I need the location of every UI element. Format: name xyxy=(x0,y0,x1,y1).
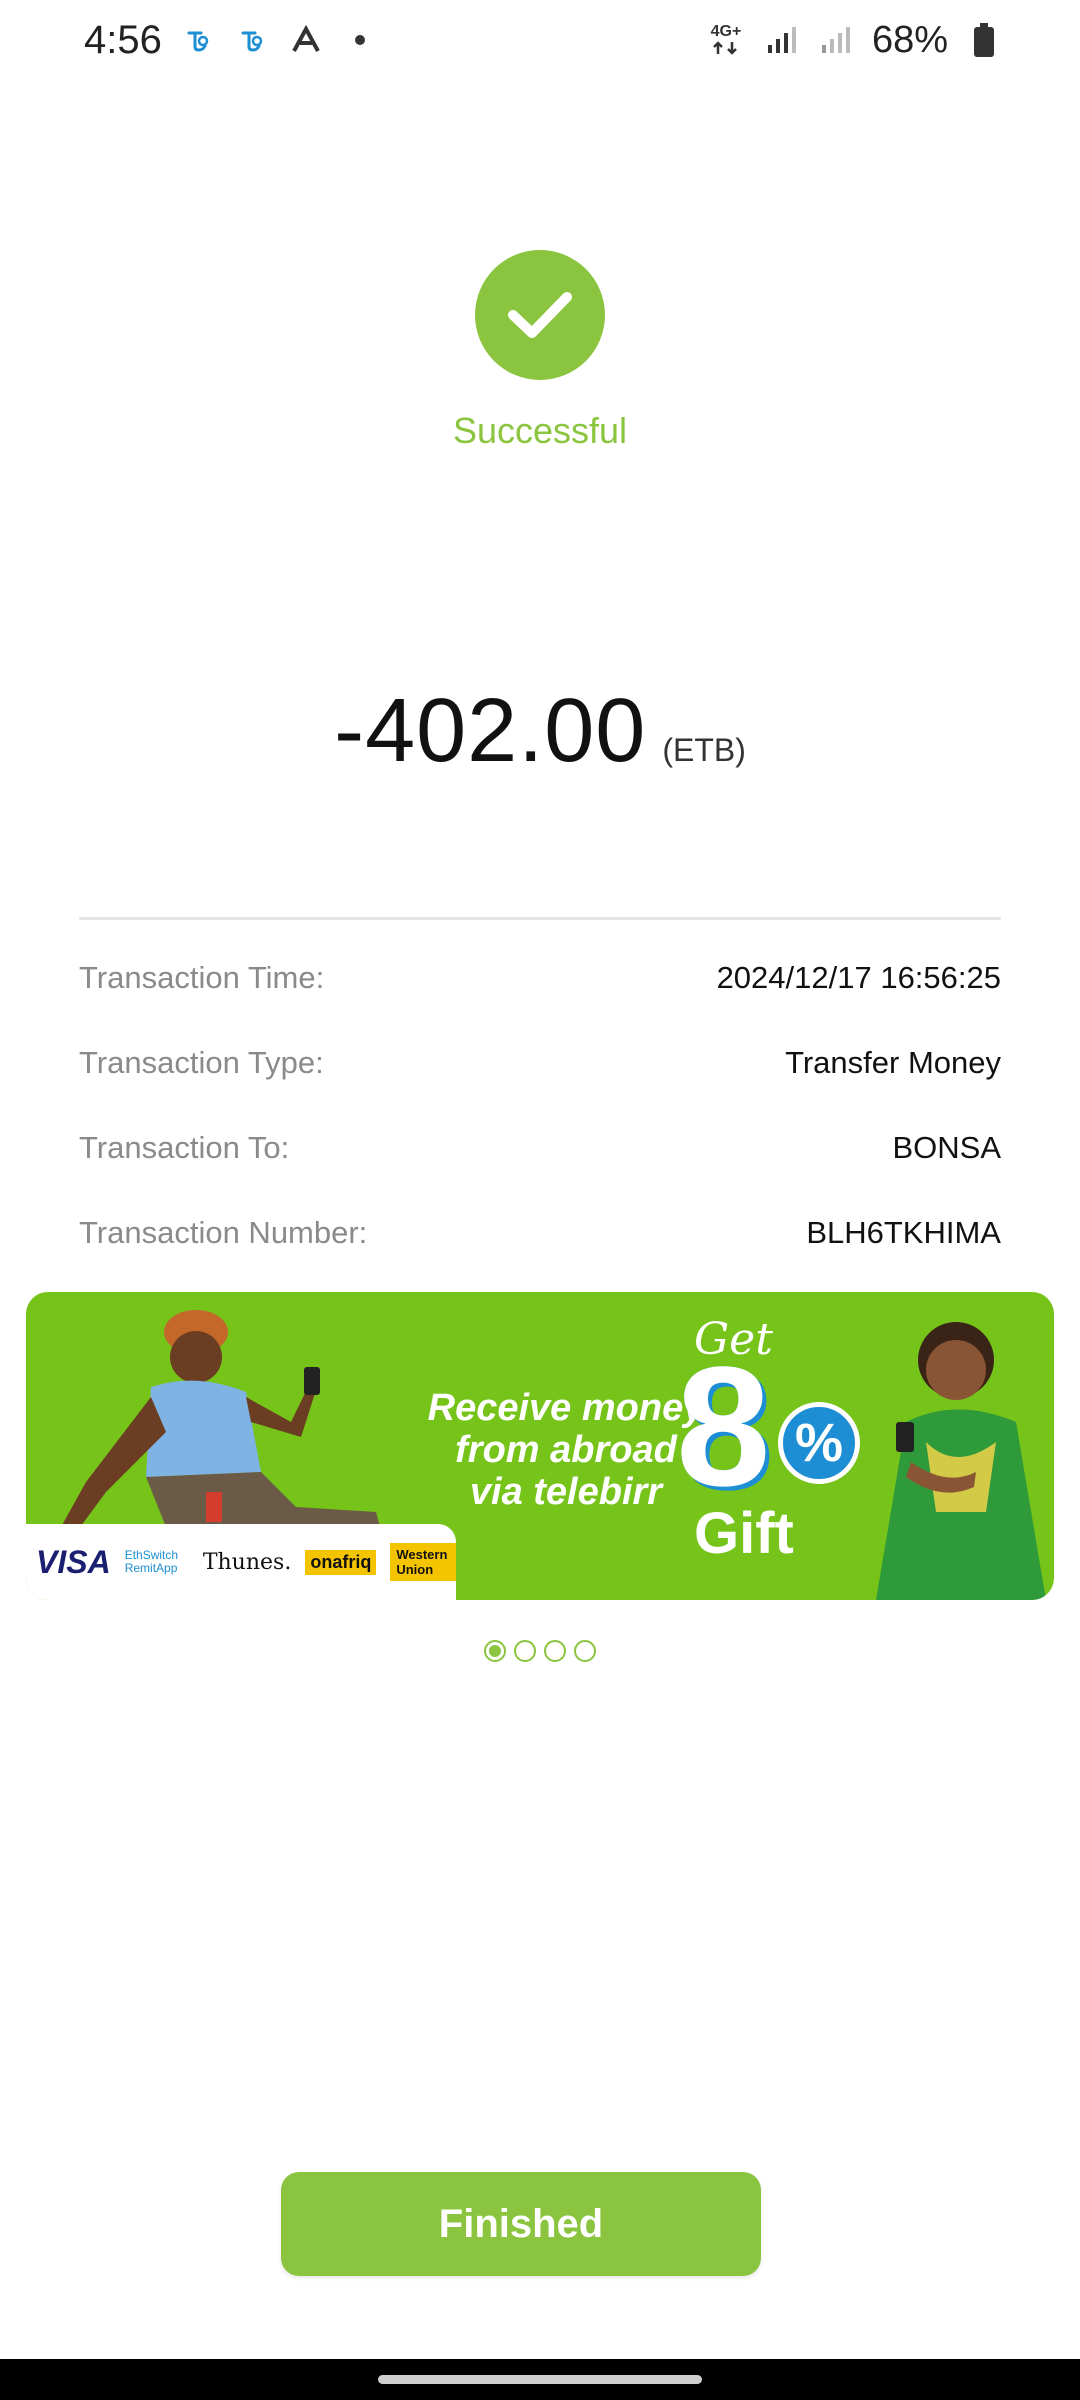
detail-value: BONSA xyxy=(892,1129,1001,1165)
transaction-result-screen: 4:56 4G+ 68% Successful -402.00 (ETB) Tr… xyxy=(0,0,1080,2400)
man-with-phone-image xyxy=(61,1310,381,1532)
detail-value: 2024/12/17 16:56:25 xyxy=(716,959,1001,995)
autopilot-icon xyxy=(288,22,324,58)
detail-label: Transaction Type: xyxy=(79,1044,324,1080)
status-bar: 4:56 4G+ 68% xyxy=(0,0,1080,80)
detail-label: Transaction Number: xyxy=(79,1214,368,1250)
amount-value: -402.00 xyxy=(334,681,647,781)
carousel-dot[interactable] xyxy=(574,1640,596,1662)
battery-icon xyxy=(966,22,1002,58)
detail-label: Transaction Time: xyxy=(79,959,325,995)
finished-button[interactable]: Finished xyxy=(281,2172,761,2276)
network-type-icon: 4G+ xyxy=(706,22,746,58)
battery-percent: 68% xyxy=(871,18,948,61)
transaction-details: Transaction Time: 2024/12/17 16:56:25 Tr… xyxy=(79,935,1001,1275)
amount-currency: (ETB) xyxy=(662,732,746,768)
success-indicator: Successful xyxy=(0,250,1080,452)
visa-logo: VISA xyxy=(36,1543,111,1580)
banner-big-number: 8 xyxy=(676,1332,771,1522)
status-right: 4G+ 68% xyxy=(706,19,1002,62)
western-union-logo: Western Union xyxy=(390,1543,456,1581)
signal-strength-icon-2 xyxy=(818,22,854,58)
telebirr-icon xyxy=(180,22,216,58)
telebirr-icon xyxy=(234,22,270,58)
promo-banner[interactable]: Receive money from abroad via telebirr G… xyxy=(26,1292,1054,1600)
partner-logos: VISA EthSwitch RemitApp Thunes. onafriq … xyxy=(26,1524,456,1600)
onafriq-logo: onafriq xyxy=(305,1549,377,1575)
detail-row-number: Transaction Number: BLH6TKHIMA xyxy=(79,1190,1001,1275)
detail-value: BLH6TKHIMA xyxy=(806,1214,1001,1250)
carousel-dot[interactable] xyxy=(544,1640,566,1662)
clock: 4:56 xyxy=(84,17,162,62)
navigation-bar xyxy=(0,2359,1080,2400)
woman-with-phone-image xyxy=(876,1322,1046,1600)
notification-dot-icon xyxy=(342,22,378,58)
detail-row-type: Transaction Type: Transfer Money xyxy=(79,1020,1001,1105)
detail-row-time: Transaction Time: 2024/12/17 16:56:25 xyxy=(79,935,1001,1020)
ethswitch-logo: EthSwitch RemitApp xyxy=(124,1548,179,1575)
home-gesture-handle[interactable] xyxy=(378,2375,702,2384)
carousel-indicator xyxy=(0,1640,1080,1662)
signal-strength-icon xyxy=(764,22,800,58)
banner-gift-text: Gift xyxy=(694,1501,794,1566)
amount-display: -402.00 (ETB) xyxy=(0,680,1080,783)
detail-value: Transfer Money xyxy=(785,1044,1001,1080)
percent-badge: % xyxy=(778,1402,860,1484)
success-label: Successful xyxy=(452,410,628,451)
carousel-dot-active[interactable] xyxy=(484,1640,506,1662)
banner-text: Receive money from abroad via telebirr xyxy=(427,1387,705,1513)
carousel-dot[interactable] xyxy=(514,1640,536,1662)
detail-row-to: Transaction To: BONSA xyxy=(79,1105,1001,1190)
status-left: 4:56 xyxy=(84,18,378,63)
thunes-logo: Thunes. xyxy=(202,1549,292,1575)
divider xyxy=(79,917,1001,920)
check-icon xyxy=(475,250,605,380)
detail-label: Transaction To: xyxy=(79,1129,290,1165)
